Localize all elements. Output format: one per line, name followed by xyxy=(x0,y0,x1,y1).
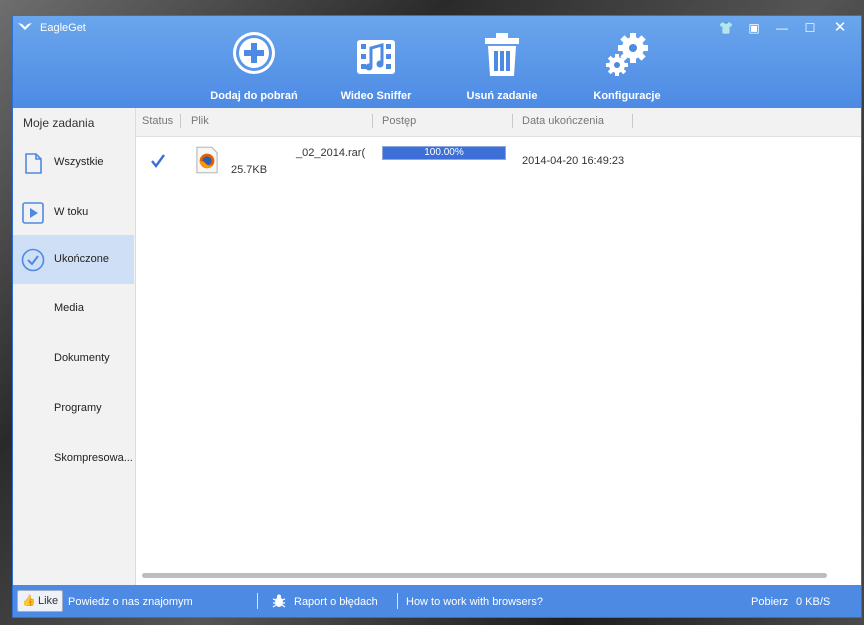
sidebar-item-label: W toku xyxy=(54,206,89,218)
sidebar-item-label: Skompresowa... xyxy=(54,452,133,464)
play-icon xyxy=(22,202,44,224)
configuration-button[interactable]: Konfiguracje xyxy=(583,30,671,102)
like-button[interactable]: 👍 Like xyxy=(17,590,63,612)
sidebar-item-label: Wszystkie xyxy=(54,156,104,168)
column-divider[interactable] xyxy=(372,114,373,128)
table-row[interactable]: _02_2014.rar( 25.7KB 100.00% 2014-04-20 … xyxy=(136,141,861,183)
add-icon xyxy=(233,32,275,74)
sidebar-item-label: Programy xyxy=(54,402,102,414)
film-music-icon xyxy=(357,40,395,74)
share-link[interactable]: Powiedz o nas znajomym xyxy=(68,596,193,608)
column-date[interactable]: Data ukończenia xyxy=(522,115,604,127)
app-title: EagleGet xyxy=(40,22,86,34)
video-sniffer-label: Wideo Sniffer xyxy=(340,90,412,102)
file-icon xyxy=(25,153,42,174)
column-file[interactable]: Plik xyxy=(191,115,209,127)
status-divider xyxy=(397,593,398,609)
column-status[interactable]: Status xyxy=(142,115,173,127)
status-bar: 👍 Like Powiedz o nas znajomym Raport o b… xyxy=(13,585,861,617)
column-header: Status Plik Postęp Data ukończenia xyxy=(136,108,861,137)
eagleget-logo-icon xyxy=(18,23,32,30)
maximize-icon[interactable]: ☐ xyxy=(801,20,819,36)
sidebar-item-all[interactable]: Wszystkie xyxy=(13,138,134,187)
bug-icon xyxy=(271,593,287,609)
sidebar-item-media[interactable]: Media xyxy=(13,284,134,333)
column-divider[interactable] xyxy=(180,114,181,128)
sidebar-item-completed[interactable]: Ukończone xyxy=(13,235,134,284)
download-label: Pobierz xyxy=(751,596,789,608)
check-icon xyxy=(151,154,165,168)
add-download-label: Dodaj do pobrań xyxy=(210,90,298,102)
delete-task-button[interactable]: Usuń zadanie xyxy=(453,30,551,102)
delete-task-label: Usuń zadanie xyxy=(466,90,538,102)
file-size: 25.7KB xyxy=(231,164,268,176)
trash-icon xyxy=(485,33,519,76)
sidebar-header: Moje zadania xyxy=(23,116,95,130)
skin-icon[interactable]: 👕 xyxy=(717,20,735,36)
progress-text: 100.00% xyxy=(424,147,464,158)
close-icon[interactable]: ✕ xyxy=(831,20,849,36)
sidebar-item-programs[interactable]: Programy xyxy=(13,384,134,433)
toolbar: EagleGet 👕 ▣ — ☐ ✕ Dodaj do pobrań Wideo… xyxy=(13,16,861,108)
add-download-button[interactable]: Dodaj do pobrań xyxy=(199,30,309,102)
sidebar-item-label: Media xyxy=(54,302,84,314)
column-progress[interactable]: Postęp xyxy=(382,115,416,127)
like-label: Like xyxy=(38,595,59,607)
column-divider[interactable] xyxy=(512,114,513,128)
sidebar-item-in-progress[interactable]: W toku xyxy=(13,188,134,237)
task-list: _02_2014.rar( 25.7KB 100.00% 2014-04-20 … xyxy=(136,137,861,585)
thumbs-up-icon: 👍 xyxy=(22,595,36,607)
sidebar-item-label: Dokumenty xyxy=(54,352,110,364)
bug-report-link[interactable]: Raport o błędach xyxy=(294,596,378,608)
firefox-file-icon xyxy=(196,146,218,174)
status-divider xyxy=(257,593,258,609)
download-speed: 0 KB/S xyxy=(796,596,831,608)
video-sniffer-button[interactable]: Wideo Sniffer xyxy=(331,30,421,102)
check-circle-icon xyxy=(21,248,45,272)
sidebar-item-compressed[interactable]: Skompresowa... xyxy=(13,434,134,483)
menu-icon[interactable]: ▣ xyxy=(745,20,763,36)
horizontal-scrollbar[interactable] xyxy=(142,573,827,578)
file-name: _02_2014.rar( xyxy=(296,147,366,159)
sidebar-item-label: Ukończone xyxy=(54,253,110,265)
completion-date: 2014-04-20 16:49:23 xyxy=(522,155,625,167)
minimize-icon[interactable]: — xyxy=(773,20,791,36)
configuration-label: Konfiguracje xyxy=(593,90,661,102)
column-divider[interactable] xyxy=(632,114,633,128)
browser-help-link[interactable]: How to work with browsers? xyxy=(406,596,543,608)
eagleget-window: EagleGet 👕 ▣ — ☐ ✕ Dodaj do pobrań Wideo… xyxy=(13,16,861,617)
sidebar-item-documents[interactable]: Dokumenty xyxy=(13,334,134,383)
progress-bar: 100.00% xyxy=(382,146,506,160)
sidebar: Moje zadania Wszystkie W toku Ukończone … xyxy=(13,108,136,585)
gears-icon xyxy=(606,33,648,76)
